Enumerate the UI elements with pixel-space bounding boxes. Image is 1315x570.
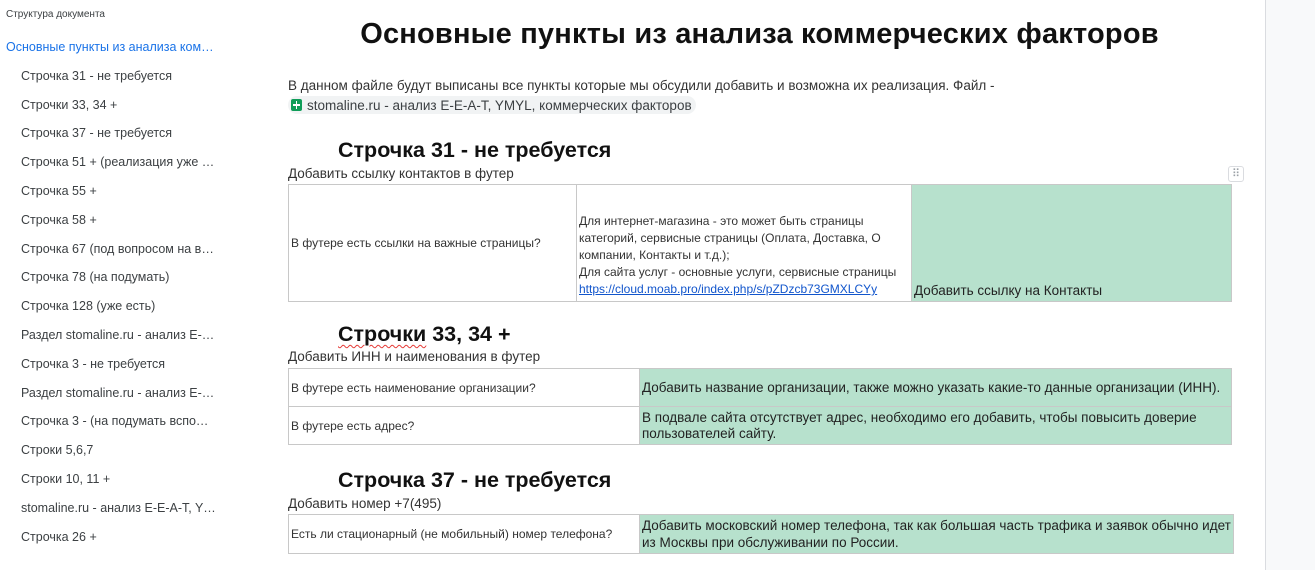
outline-item[interactable]: Строчка 55 +	[0, 180, 254, 209]
table-row: В футере есть адрес? В подвале сайта отс…	[288, 406, 1232, 445]
outline-item[interactable]: Строчка 3 - (на подумать вспомогательно)	[0, 410, 254, 439]
outline-item[interactable]: Раздел stomaline.ru - анализ E-E-A-T	[0, 324, 254, 353]
outline-item[interactable]: Строки 10, 11 +	[0, 468, 254, 497]
table-cell-question[interactable]: Есть ли стационарный (не мобильный) номе…	[288, 514, 640, 554]
document-page[interactable]: Основные пункты из анализа коммерческих …	[254, 0, 1266, 570]
section-note-37: Добавить номер +7(495)	[288, 496, 442, 511]
intro-paragraph: В данном файле будут выписаны все пункты…	[288, 76, 1168, 116]
table-cell-details[interactable]: Для интернет-магазина - это может быть с…	[576, 184, 912, 302]
section-note-31: Добавить ссылку контактов в футер	[288, 166, 514, 181]
table-cell-action[interactable]: Добавить московский номер телефона, так …	[639, 514, 1234, 554]
outline-item[interactable]: stomaline.ru - анализ E-E-A-T, YMYL	[0, 497, 254, 526]
file-chip-label: stomaline.ru - анализ E-E-A-T, YMYL, ком…	[307, 97, 692, 113]
section-heading-37: Строчка 37 - не требуется	[338, 468, 612, 492]
outline-item[interactable]: Строки 5,6,7	[0, 439, 254, 468]
table-row: В футере есть наименование организации? …	[288, 368, 1232, 407]
details-line: Для сайта услуг - основные услуги, серви…	[579, 265, 897, 279]
table-section-31: В футере есть ссылки на важные страницы?…	[288, 184, 1232, 302]
table-row: Есть ли стационарный (не мобильный) номе…	[288, 514, 1234, 554]
outline-item[interactable]: Строчка 37 - не требуется	[0, 122, 254, 151]
outline-item[interactable]: Строчка 3 - не требуется	[0, 353, 254, 382]
document-title: Основные пункты из анализа коммерческих …	[360, 18, 1159, 50]
table-cell-question[interactable]: В футере есть ссылки на важные страницы?	[288, 184, 577, 302]
details-line: Для интернет-магазина - это может быть с…	[579, 214, 881, 262]
file-smart-chip[interactable]: stomaline.ru - анализ E-E-A-T, YMYL, ком…	[288, 96, 696, 114]
outline-item[interactable]: Строчки 33, 34 +	[0, 94, 254, 123]
outline-item[interactable]: Строчка 31 - не требуется	[0, 65, 254, 94]
table-cell-action[interactable]: Добавить ссылку на Контакты	[911, 184, 1232, 302]
intro-text: В данном файле будут выписаны все пункты…	[288, 78, 995, 93]
google-sheets-icon	[291, 99, 302, 111]
table-cell-action[interactable]: Добавить название организации, также мож…	[639, 368, 1232, 407]
heading-rest: 33, 34 +	[426, 322, 511, 346]
outline-item[interactable]: Строчка 78 (на подумать)	[0, 266, 254, 295]
outline-item[interactable]: Раздел stomaline.ru - анализ E-E-A-T	[0, 382, 254, 411]
heading-word-spellcheck: Строчки	[338, 322, 427, 346]
drag-handle-icon[interactable]: ⠿	[1228, 166, 1244, 182]
table-cell-question[interactable]: В футере есть адрес?	[288, 406, 640, 445]
outline-item[interactable]: Строчка 51 + (реализация уже есть)	[0, 151, 254, 180]
outline-item[interactable]: Основные пункты из анализа коммерческих …	[0, 36, 254, 65]
outline-item[interactable]: Строчка 67 (под вопросом на внедрение)	[0, 238, 254, 267]
table-section-37: Есть ли стационарный (не мобильный) номе…	[288, 514, 1234, 554]
table-row: В футере есть ссылки на важные страницы?…	[288, 184, 1232, 302]
table-cell-question[interactable]: В футере есть наименование организации?	[288, 368, 640, 407]
section-note-33-34: Добавить ИНН и наименования в футер	[288, 349, 541, 364]
cloud-link[interactable]: https://cloud.moab.pro/index.php/s/pZDzc…	[579, 281, 909, 298]
outline-item[interactable]: Строчка 58 +	[0, 209, 254, 238]
outline-title: Структура документа	[6, 9, 105, 20]
document-outline-panel: Структура документа Основные пункты из а…	[0, 0, 255, 570]
outline-item[interactable]: Строчка 26 +	[0, 526, 254, 555]
outline-list: Основные пункты из анализа коммерческих …	[0, 36, 254, 554]
section-heading-31: Строчка 31 - не требуется	[338, 138, 612, 162]
table-cell-action[interactable]: В подвале сайта отсутствует адрес, необх…	[639, 406, 1232, 445]
table-section-33-34: В футере есть наименование организации? …	[288, 368, 1232, 445]
outline-item[interactable]: Строчка 128 (уже есть)	[0, 295, 254, 324]
section-heading-33-34: Строчки 33, 34 +	[338, 322, 511, 347]
